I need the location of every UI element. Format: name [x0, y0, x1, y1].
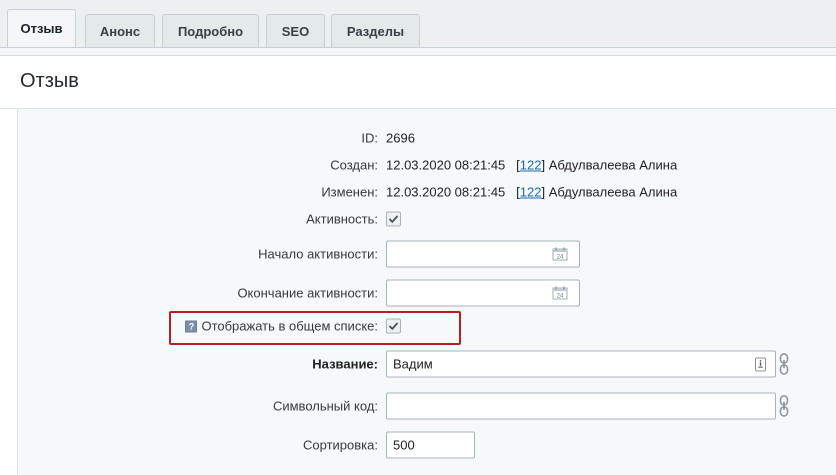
row-active-to: Окончание активности: 24 [0, 279, 836, 307]
created-label: Создан: [330, 157, 378, 173]
tab-label: Разделы [346, 23, 405, 39]
active-to-input[interactable] [386, 279, 580, 307]
link-chain-icon[interactable] [779, 353, 789, 375]
created-user-name: Абдулвалеева Алина [548, 157, 678, 173]
tab-details[interactable]: Подробно [162, 14, 259, 47]
row-active-from: Начало активности: 24 [0, 240, 836, 268]
tab-label: Отзыв [20, 21, 63, 36]
info-glyph-icon [758, 360, 763, 368]
tab-label: Анонс [99, 23, 141, 39]
name-label: Название: [312, 356, 378, 372]
svg-text:24: 24 [557, 294, 564, 300]
created-value: 12.03.2020 08:21:45 [122] Абдулвалеева А… [386, 158, 677, 173]
active-label: Активность: [306, 211, 378, 227]
tab-bar: Отзыв Анонс Подробно SEO Разделы [0, 0, 836, 55]
name-input[interactable]: Вадим [386, 350, 776, 378]
created-date: 12.03.2020 08:21:45 [386, 157, 506, 173]
highlight-frame [169, 311, 461, 345]
active-from-label: Начало активности: [258, 246, 378, 262]
row-modified: Изменен: 12.03.2020 08:21:45 [122] Абдул… [0, 181, 836, 203]
tab-review[interactable]: Отзыв [7, 9, 76, 47]
row-created: Создан: 12.03.2020 08:21:45 [122] Абдулв… [0, 154, 836, 176]
row-active: Активность: [0, 208, 836, 230]
code-label: Символьный код: [272, 398, 378, 414]
modified-date: 12.03.2020 08:21:45 [386, 184, 506, 200]
translit-icon[interactable] [755, 357, 766, 371]
row-name: Название: Вадим [0, 350, 836, 378]
bracket-close: ] [541, 184, 546, 200]
tab-label: Подробно [177, 23, 244, 39]
name-value: Вадим [393, 356, 433, 372]
tab-label: SEO [281, 23, 310, 39]
code-input[interactable] [386, 392, 776, 420]
row-code: Символьный код: [0, 392, 836, 420]
created-user-link[interactable]: 122 [520, 158, 542, 173]
tab-announce[interactable]: Анонс [85, 14, 155, 47]
id-value: 2696 [386, 130, 415, 146]
modified-label: Изменен: [321, 184, 378, 200]
modified-user-link[interactable]: 122 [520, 185, 542, 200]
modified-value: 12.03.2020 08:21:45 [122] Абдулвалеева А… [386, 185, 677, 200]
active-from-input[interactable] [386, 240, 580, 268]
active-checkbox[interactable] [386, 211, 401, 227]
id-label: ID: [361, 130, 378, 146]
modified-user-name: Абдулвалеева Алина [548, 184, 678, 200]
svg-text:24: 24 [557, 255, 564, 261]
calendar-icon[interactable]: 24 [552, 247, 568, 261]
tab-underline [0, 47, 836, 55]
row-sort: Сортировка: 500 [0, 431, 836, 459]
checkmark-icon [388, 215, 399, 224]
calendar-icon[interactable]: 24 [552, 286, 568, 300]
sort-input[interactable]: 500 [386, 431, 475, 459]
link-chain-icon[interactable] [779, 395, 789, 417]
tab-seo[interactable]: SEO [266, 14, 325, 47]
row-id: ID: 2696 [0, 127, 836, 149]
page-title: Отзыв [20, 70, 79, 92]
bracket-close: ] [541, 157, 546, 173]
active-to-label: Окончание активности: [237, 285, 378, 301]
sort-label: Сортировка: [303, 437, 378, 453]
tab-sections[interactable]: Разделы [331, 14, 420, 47]
